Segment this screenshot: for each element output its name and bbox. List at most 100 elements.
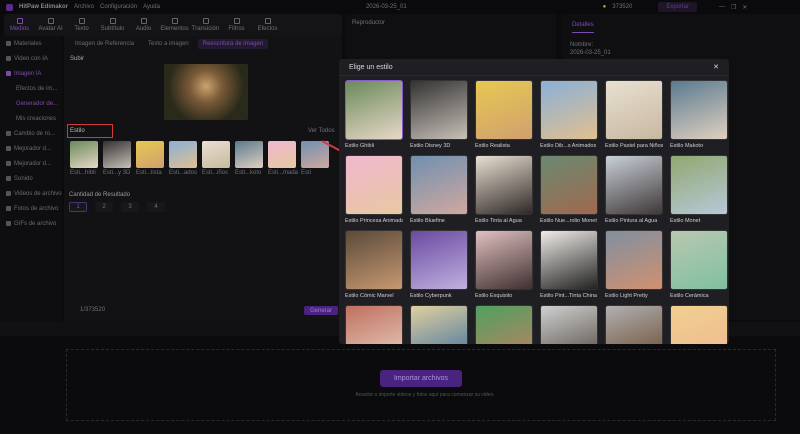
style-card[interactable] xyxy=(475,305,533,344)
style-thumb[interactable]: Esti...lista xyxy=(136,141,164,176)
style-image xyxy=(268,141,296,168)
tab-elementos[interactable]: Elementos xyxy=(159,14,190,36)
mode-tab[interactable]: Imagen de Referencia xyxy=(70,39,139,49)
sidebar-item[interactable]: Efectos de im... xyxy=(0,81,62,96)
style-card[interactable]: Estilo Monet xyxy=(670,155,728,227)
tab-filtros[interactable]: Filtros xyxy=(221,14,252,36)
style-thumb[interactable]: Esti...koto xyxy=(235,141,263,176)
tool-label: Elementos xyxy=(160,26,189,32)
style-thumb-label: Esti...ados xyxy=(169,170,198,176)
style-card[interactable]: Estilo Disney 3D xyxy=(410,80,468,152)
export-button[interactable]: Exportar xyxy=(658,2,698,12)
menu-settings[interactable]: Configuración xyxy=(100,4,137,10)
sidebar-item[interactable]: Generador de... xyxy=(0,96,62,111)
style-thumb[interactable]: Esti...ados xyxy=(169,141,197,176)
uploaded-image xyxy=(164,64,248,120)
style-card[interactable]: Estilo Pastel para Niños xyxy=(605,80,663,152)
sidebar-item[interactable]: Mejorador d... xyxy=(0,141,62,156)
style-card[interactable]: Estilo Ghibli xyxy=(345,80,403,152)
tab-efectos[interactable]: Efectos xyxy=(252,14,283,36)
tab-avatar-ai[interactable]: Avatar AI xyxy=(35,14,66,36)
tab-medios[interactable]: Medios xyxy=(4,14,35,36)
sidebar-item-label: Fotos de archivo xyxy=(14,205,59,212)
style-thumb[interactable]: Esti...iños xyxy=(202,141,230,176)
audio-icon xyxy=(140,18,147,24)
style-card[interactable]: Estilo Princesa Animada xyxy=(345,155,403,227)
style-image xyxy=(475,230,533,290)
sidebar-item[interactable]: Video con IA xyxy=(0,51,62,66)
sidebar-item[interactable]: Sonido xyxy=(0,171,62,186)
style-card[interactable]: Estilo Bluefine xyxy=(410,155,468,227)
sidebar-item[interactable]: Videos de archivo xyxy=(0,186,62,201)
folder-icon xyxy=(6,176,11,181)
generate-button[interactable]: Generar xyxy=(304,306,338,315)
tab-subtítulo[interactable]: Subtítulo xyxy=(97,14,128,36)
quantity-option[interactable]: 1 xyxy=(69,202,87,212)
close-icon[interactable]: ✕ xyxy=(713,63,719,71)
sidebar-item[interactable]: Imagen IA xyxy=(0,66,62,81)
style-card[interactable]: Estilo Tinta al Agua xyxy=(475,155,533,227)
style-card[interactable] xyxy=(605,305,663,344)
sidebar-item[interactable]: Mejorador d... xyxy=(0,156,62,171)
maximize-icon[interactable]: ❐ xyxy=(731,4,736,11)
style-image xyxy=(540,305,598,344)
tool-label: Medios xyxy=(9,26,30,32)
folder-icon xyxy=(6,71,11,76)
mode-tab[interactable]: Reescritura de imagen xyxy=(197,39,269,49)
style-card[interactable] xyxy=(540,305,598,344)
style-image xyxy=(103,141,131,168)
style-card[interactable]: Estilo Exquisito xyxy=(475,230,533,302)
style-card[interactable]: Estilo Pintura al Agua xyxy=(605,155,663,227)
transición-icon xyxy=(202,18,209,24)
style-image xyxy=(70,141,98,168)
style-card[interactable] xyxy=(670,305,728,344)
tab-texto[interactable]: Texto xyxy=(66,14,97,36)
sidebar-item[interactable]: Cambio de ro... xyxy=(0,126,62,141)
tool-label: Efectos xyxy=(257,26,278,32)
style-image xyxy=(605,230,663,290)
style-card[interactable]: Estilo Realista xyxy=(475,80,533,152)
style-card[interactable]: Estilo Dib...s Animados xyxy=(540,80,598,152)
sidebar-item[interactable]: GIFs de archivo xyxy=(0,216,62,231)
style-card[interactable]: Estilo Light Pretty xyxy=(605,230,663,302)
style-thumb[interactable]: Esti...mada xyxy=(268,141,298,176)
quantity-label: Cantidad de Resultado xyxy=(69,192,131,198)
credits: 373520 xyxy=(612,4,633,10)
style-name: Estilo Cómic Marvel xyxy=(345,293,394,299)
import-files-button[interactable]: Importar archivos xyxy=(380,370,462,387)
style-card[interactable]: Estilo Cyberpunk xyxy=(410,230,468,302)
mode-tab[interactable]: Texto a imagen xyxy=(143,39,194,49)
sidebar-item[interactable]: Fotos de archivo xyxy=(0,201,62,216)
style-card[interactable] xyxy=(410,305,468,344)
quantity-option[interactable]: 4 xyxy=(147,202,165,212)
style-image xyxy=(410,80,468,140)
style-card[interactable]: Estilo Nue...rolio Monet xyxy=(540,155,598,227)
menu-help[interactable]: Ayuda xyxy=(143,4,160,10)
toolbar: Medios Avatar AI Texto Subtítulo Audio Elemen… xyxy=(4,14,342,36)
style-name: Estilo Realista xyxy=(475,143,510,149)
efectos-icon xyxy=(264,18,271,24)
see-all-link[interactable]: Ver Todos xyxy=(308,128,335,134)
sidebar-item-label: Mis creaciones xyxy=(16,115,57,122)
tab-audio[interactable]: Audio xyxy=(128,14,159,36)
style-card[interactable] xyxy=(345,305,403,344)
quantity-option[interactable]: 2 xyxy=(95,202,113,212)
style-card[interactable]: Estilo Cerámica xyxy=(670,230,728,302)
style-card[interactable]: Estilo Pint...Tinta China xyxy=(540,230,598,302)
quantity-option[interactable]: 3 xyxy=(121,202,139,212)
sidebar-item-label: Mejorador d... xyxy=(14,145,52,152)
sidebar-item[interactable]: Materiales xyxy=(0,36,62,51)
close-icon[interactable]: ✕ xyxy=(742,4,747,11)
style-thumb[interactable]: Esti...hibli xyxy=(70,141,98,176)
style-card[interactable]: Estilo Cómic Marvel xyxy=(345,230,403,302)
tab-details[interactable]: Detalles xyxy=(572,22,594,33)
minimize-icon[interactable]: — xyxy=(719,4,725,10)
style-thumb[interactable]: Esti...y 3D xyxy=(103,141,131,176)
sidebar-item[interactable]: Mis creaciones xyxy=(0,111,62,126)
tab-transición[interactable]: Transición xyxy=(190,14,221,36)
style-thumb[interactable]: Esti xyxy=(301,141,329,176)
style-card[interactable]: Estilo Makoto xyxy=(670,80,728,152)
style-image xyxy=(475,305,533,344)
menu-file[interactable]: Archivo xyxy=(74,4,94,10)
texto-icon xyxy=(78,18,85,24)
